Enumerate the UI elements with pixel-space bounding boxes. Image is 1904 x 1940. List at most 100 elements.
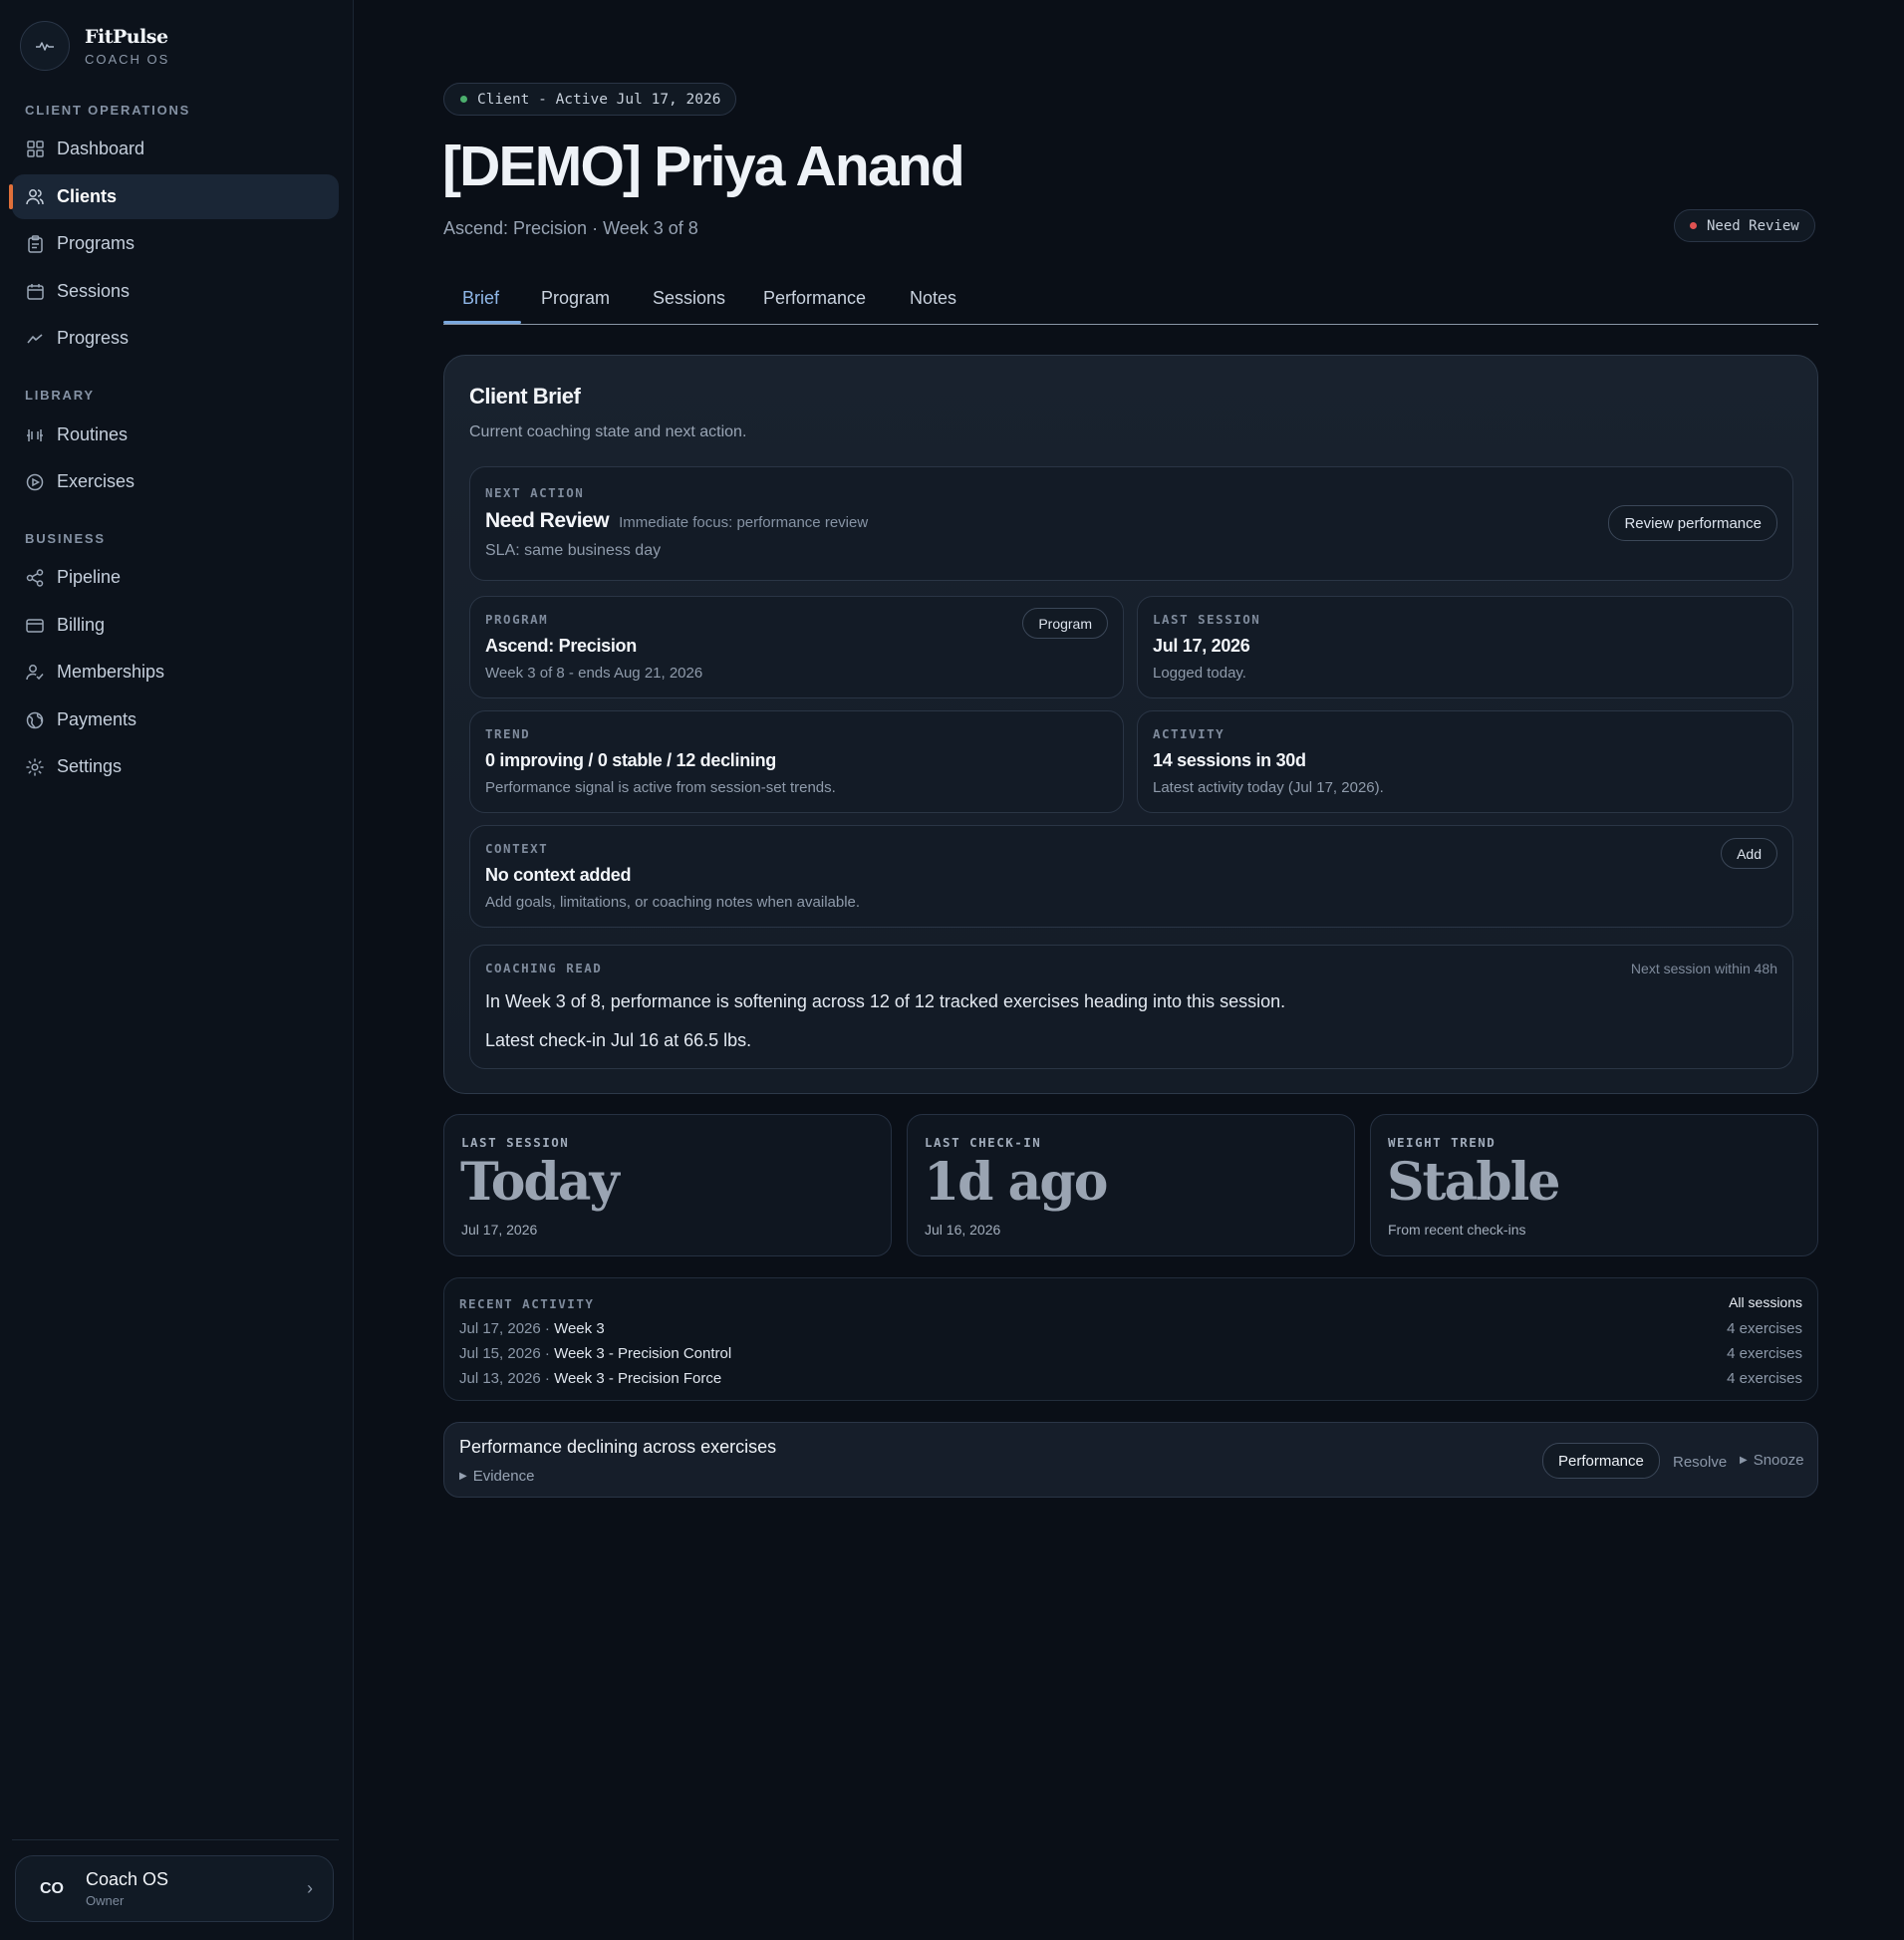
client-status-text: Client - Active Jul 17, 2026 [477, 91, 721, 108]
caret-right-icon: ▶ [459, 1471, 467, 1482]
evidence-toggle[interactable]: ▶ Evidence [459, 1468, 534, 1485]
last-session-panel: LAST SESSION Jul 17, 2026 Logged today. [1137, 596, 1793, 698]
recent-activity-card: RECENT ACTIVITY All sessions Jul 17, 202… [443, 1277, 1818, 1401]
trend-value: 0 improving / 0 stable / 12 declining [485, 750, 776, 770]
activity-row[interactable]: Jul 15, 2026 · Week 3 - Precision Contro… [459, 1345, 731, 1362]
sidebar-item-memberships[interactable]: Memberships [12, 650, 339, 694]
client-status-badge: Client - Active Jul 17, 2026 [443, 83, 737, 116]
stat-value: Stable [1387, 1152, 1560, 1213]
status-dot-icon [460, 96, 467, 103]
activity-separator: · [540, 1370, 555, 1387]
stat-note: From recent check-ins [1388, 1222, 1526, 1238]
next-action-label: NEXT ACTION [485, 485, 585, 500]
play-circle-icon [25, 472, 45, 492]
sidebar-item-settings[interactable]: Settings [12, 744, 339, 789]
sidebar-item-label: Memberships [57, 662, 165, 682]
sidebar-item-sessions[interactable]: Sessions [12, 269, 339, 314]
trend-note: Performance signal is active from sessio… [485, 779, 836, 796]
activity-row[interactable]: Jul 13, 2026 · Week 3 - Precision Force [459, 1370, 721, 1387]
activity-separator: · [540, 1345, 555, 1362]
brand[interactable]: FitPulse COACH OS [20, 21, 169, 71]
activity-row[interactable]: Jul 17, 2026 · Week 3 [459, 1320, 605, 1337]
performance-alert-card: Performance declining across exercises ▶… [443, 1422, 1818, 1498]
sidebar-item-payments[interactable]: Payments [12, 697, 339, 742]
activity-separator: · [540, 1320, 555, 1337]
sidebar-item-label: Payments [57, 709, 137, 729]
sidebar-item-billing[interactable]: Billing [12, 603, 339, 648]
grid-icon [25, 139, 45, 159]
context-note: Add goals, limitations, or coaching note… [485, 894, 861, 911]
caret-right-icon: ▶ [1740, 1455, 1748, 1466]
snooze-toggle[interactable]: ▶ Snooze [1740, 1452, 1804, 1469]
sidebar-item-progress[interactable]: Progress [12, 316, 339, 361]
user-role: Owner [86, 1893, 125, 1908]
evidence-label: Evidence [472, 1468, 535, 1485]
activity-panel: ACTIVITY 14 sessions in 30d Latest activ… [1137, 710, 1793, 813]
section-client-operations: CLIENT OPERATIONS [25, 103, 191, 118]
resolve-button[interactable]: Resolve [1673, 1454, 1727, 1471]
stat-note: Jul 16, 2026 [925, 1222, 1001, 1238]
program-label: PROGRAM [485, 612, 549, 627]
recent-activity-label: RECENT ACTIVITY [459, 1296, 595, 1311]
tab-brief[interactable]: Brief [462, 288, 499, 309]
last-session-label: LAST SESSION [1153, 612, 1261, 627]
sidebar-item-label: Sessions [57, 281, 131, 301]
sidebar-item-routines[interactable]: Routines [12, 413, 339, 457]
tab-notes[interactable]: Notes [910, 288, 956, 309]
sidebar-item-exercises[interactable]: Exercises [12, 459, 339, 504]
tab-program[interactable]: Program [541, 288, 610, 309]
add-context-button[interactable]: Add [1721, 838, 1777, 869]
stat-card-last-session: LAST SESSION Today Jul 17, 2026 [443, 1114, 892, 1256]
page-title: [DEMO] Priya Anand [442, 135, 965, 198]
next-action-panel: NEXT ACTION Need Review Immediate focus:… [469, 466, 1793, 581]
sidebar-item-pipeline[interactable]: Pipeline [12, 555, 339, 600]
trend-icon [25, 329, 45, 349]
brand-name: FitPulse [85, 25, 168, 48]
stat-value: Today [460, 1152, 620, 1213]
review-performance-button[interactable]: Review performance [1608, 505, 1777, 541]
user-account-menu[interactable]: CO Coach OS Owner › [15, 1855, 334, 1922]
program-value: Ascend: Precision [485, 636, 637, 656]
next-action-sla: SLA: same business day [485, 542, 662, 559]
sidebar-item-label: Routines [57, 424, 129, 444]
pulse-logo-icon [20, 21, 70, 71]
activity-label: ACTIVITY [1153, 726, 1225, 741]
brief-title: Client Brief [469, 384, 581, 409]
stat-note: Jul 17, 2026 [461, 1222, 538, 1238]
sidebar-divider [12, 1839, 339, 1840]
sidebar-item-label: Programs [57, 233, 136, 253]
context-value: No context added [485, 865, 632, 885]
program-note: Week 3 of 8 - ends Aug 21, 2026 [485, 665, 703, 682]
sidebar-item-label: Pipeline [57, 567, 122, 587]
activity-note: Latest activity today (Jul 17, 2026). [1153, 779, 1384, 796]
activity-name: Week 3 - Precision Control [554, 1345, 732, 1362]
alert-dot-icon [1690, 222, 1697, 229]
sidebar-item-label: Dashboard [57, 139, 145, 158]
program-button[interactable]: Program [1022, 608, 1108, 639]
dumbbell-icon [25, 425, 45, 445]
context-panel: CONTEXT No context added Add goals, limi… [469, 825, 1793, 928]
performance-button[interactable]: Performance [1542, 1443, 1660, 1479]
calendar-icon [25, 282, 45, 302]
activity-count: 4 exercises [1727, 1320, 1802, 1337]
brand-subtitle: COACH OS [85, 51, 170, 67]
active-tab-indicator [443, 321, 521, 324]
sidebar-item-dashboard[interactable]: Dashboard [12, 127, 339, 171]
page-subtitle: Ascend: Precision · Week 3 of 8 [443, 218, 698, 238]
sidebar-item-label: Billing [57, 615, 106, 635]
next-action-value: Need Review [485, 509, 610, 532]
tab-sessions[interactable]: Sessions [653, 288, 725, 309]
activity-count: 4 exercises [1727, 1370, 1802, 1387]
user-name: Coach OS [86, 1869, 169, 1889]
user-check-icon [25, 663, 45, 683]
sidebar-item-clients[interactable]: Clients [9, 174, 339, 219]
program-panel: PROGRAM Ascend: Precision Week 3 of 8 - … [469, 596, 1124, 698]
all-sessions-link[interactable]: All sessions [1729, 1294, 1802, 1310]
activity-date: Jul 13, 2026 [459, 1370, 541, 1387]
avatar: CO [40, 1879, 64, 1897]
stat-card-weight-trend: WEIGHT TREND Stable From recent check-in… [1370, 1114, 1818, 1256]
activity-name: Week 3 [554, 1320, 605, 1337]
sidebar-item-programs[interactable]: Programs [12, 221, 339, 266]
users-icon [25, 187, 45, 207]
tab-performance[interactable]: Performance [763, 288, 866, 309]
